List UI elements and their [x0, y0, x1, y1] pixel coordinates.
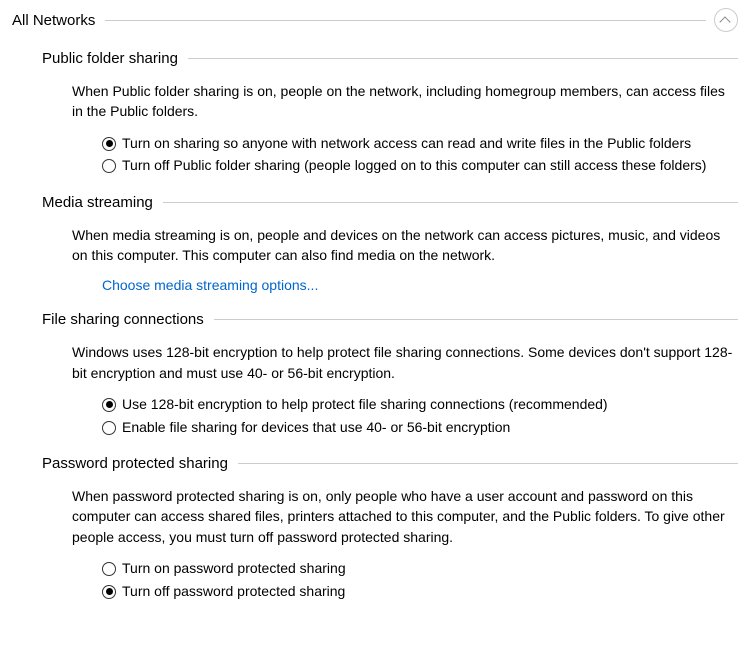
section-file-sharing-connections: File sharing connections Windows uses 12… [42, 311, 738, 437]
radio-label: Turn on password protected sharing [122, 559, 346, 579]
divider [238, 463, 738, 464]
radio-icon [102, 421, 116, 435]
all-networks-title: All Networks [12, 12, 105, 29]
radio-label: Turn off Public folder sharing (people l… [122, 156, 706, 176]
chevron-up-icon [721, 15, 731, 25]
section-title: File sharing connections [42, 311, 214, 328]
radio-public-sharing-off[interactable]: Turn off Public folder sharing (people l… [102, 156, 738, 176]
divider [163, 202, 738, 203]
section-description: When password protected sharing is on, o… [72, 486, 738, 547]
section-media-streaming: Media streaming When media streaming is … [42, 194, 738, 294]
section-title: Public folder sharing [42, 50, 188, 67]
radio-public-sharing-on[interactable]: Turn on sharing so anyone with network a… [102, 134, 738, 154]
divider [105, 20, 706, 21]
section-header: Media streaming [42, 194, 738, 211]
media-streaming-options-link[interactable]: Choose media streaming options... [102, 277, 318, 293]
section-description: When media streaming is on, people and d… [72, 225, 738, 266]
section-title: Media streaming [42, 194, 163, 211]
radio-icon [102, 159, 116, 173]
radio-label: Enable file sharing for devices that use… [122, 418, 510, 438]
radio-password-sharing-on[interactable]: Turn on password protected sharing [102, 559, 738, 579]
radio-icon [102, 398, 116, 412]
radio-label: Turn off password protected sharing [122, 582, 345, 602]
radio-icon [102, 562, 116, 576]
radio-icon [102, 585, 116, 599]
section-title: Password protected sharing [42, 455, 238, 472]
section-header: Password protected sharing [42, 455, 738, 472]
section-password-protected-sharing: Password protected sharing When password… [42, 455, 738, 601]
radio-icon [102, 137, 116, 151]
collapse-button[interactable] [714, 8, 738, 32]
radio-40-56bit-encryption[interactable]: Enable file sharing for devices that use… [102, 418, 738, 438]
all-networks-header: All Networks [12, 8, 738, 32]
radio-label: Turn on sharing so anyone with network a… [122, 134, 691, 154]
section-description: When Public folder sharing is on, people… [72, 81, 738, 122]
radio-label: Use 128-bit encryption to help protect f… [122, 395, 608, 415]
section-header: Public folder sharing [42, 50, 738, 67]
radio-128bit-encryption[interactable]: Use 128-bit encryption to help protect f… [102, 395, 738, 415]
divider [214, 319, 738, 320]
section-public-folder-sharing: Public folder sharing When Public folder… [42, 50, 738, 176]
divider [188, 58, 738, 59]
section-header: File sharing connections [42, 311, 738, 328]
section-description: Windows uses 128-bit encryption to help … [72, 342, 738, 383]
radio-password-sharing-off[interactable]: Turn off password protected sharing [102, 582, 738, 602]
